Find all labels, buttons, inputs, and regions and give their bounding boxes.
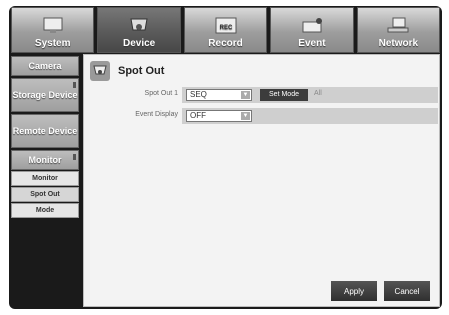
spot-out-row: SEQ ▼ Set Mode All	[182, 87, 438, 103]
apply-button[interactable]: Apply	[331, 281, 377, 301]
event-display-row: OFF ▼	[182, 108, 438, 124]
svg-text:REC: REC	[219, 25, 232, 31]
tab-label: System	[34, 38, 71, 49]
top-tab-bar: System Device REC Record Event Network	[9, 6, 442, 54]
chevron-down-icon: ▼	[241, 91, 250, 99]
network-icon	[387, 17, 409, 33]
rec-icon: REC	[215, 17, 237, 34]
tab-label: Event	[298, 38, 326, 49]
expand-marker-icon	[73, 154, 76, 160]
submenu-item-mode[interactable]: Mode	[11, 203, 79, 218]
event-icon	[302, 18, 322, 33]
spot-out-select[interactable]: SEQ ▼	[186, 89, 252, 101]
submenu-item-monitor[interactable]: Monitor	[11, 171, 79, 186]
camera-icon	[90, 61, 110, 81]
sidebar-item-camera[interactable]: Camera	[11, 56, 79, 76]
set-mode-button[interactable]: Set Mode	[260, 89, 308, 101]
page-title-text: Spot Out	[118, 65, 165, 77]
tab-network[interactable]: Network	[356, 7, 441, 53]
sidebar: Camera Storage Device Remote Device Moni…	[9, 54, 81, 309]
tab-label: Record	[208, 38, 243, 49]
sidebar-item-storage-device[interactable]: Storage Device	[11, 78, 79, 112]
camera-icon	[130, 18, 148, 31]
sidebar-item-monitor[interactable]: Monitor	[11, 150, 79, 170]
spot-out-panel: Spot Out Spot Out 1 SEQ ▼ Set Mode All E…	[83, 54, 440, 307]
tab-system[interactable]: System	[11, 7, 95, 53]
page-title: Spot Out	[90, 61, 164, 81]
tab-device[interactable]: Device	[97, 7, 181, 53]
cancel-button[interactable]: Cancel	[384, 281, 430, 301]
spot-out-label: Spot Out 1	[144, 90, 178, 97]
tab-event[interactable]: Event	[270, 7, 354, 53]
tab-label: Device	[122, 38, 156, 49]
chevron-down-icon: ▼	[241, 112, 250, 120]
sidebar-item-label: Storage Device	[12, 90, 78, 100]
tab-label: Network	[378, 38, 419, 49]
event-display-value: OFF	[190, 111, 206, 120]
spot-out-value: SEQ	[190, 90, 207, 99]
all-text: All	[314, 90, 322, 97]
tab-record[interactable]: REC Record	[183, 7, 268, 53]
submenu-item-spot-out[interactable]: Spot Out	[11, 187, 79, 202]
monitor-icon	[43, 17, 63, 33]
sidebar-item-remote-device[interactable]: Remote Device	[11, 114, 79, 148]
event-display-select[interactable]: OFF ▼	[186, 110, 252, 122]
sidebar-item-label: Monitor	[28, 155, 62, 165]
event-display-label: Event Display	[135, 111, 178, 118]
dvr-menu-window: System Device REC Record Event Network C…	[9, 6, 442, 309]
expand-marker-icon	[73, 82, 76, 88]
